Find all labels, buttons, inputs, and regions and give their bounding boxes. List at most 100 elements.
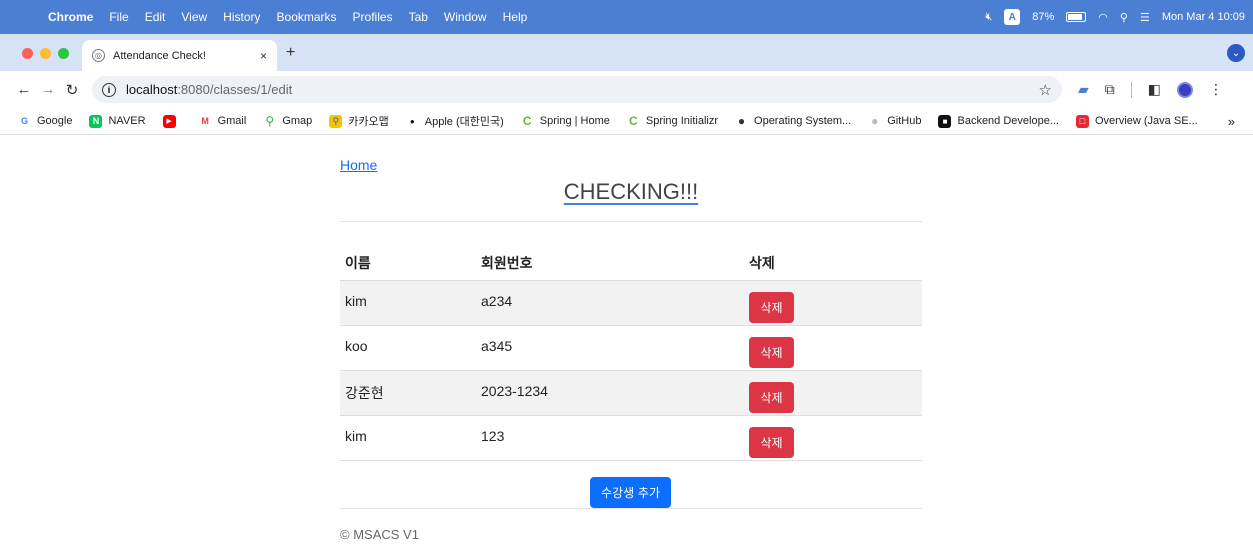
menu-edit[interactable]: Edit: [137, 10, 174, 24]
toolbar-icons: ▰ ⧉ ◧ ⋮: [1078, 81, 1223, 98]
menu-history[interactable]: History: [215, 10, 268, 24]
table-row: koo a345 삭제: [340, 326, 922, 371]
bookmark-label: Spring Initializr: [645, 115, 719, 127]
chevron-down-icon[interactable]: ⌄: [1227, 44, 1245, 62]
bookmark-label: Apple (대한민국): [424, 116, 504, 128]
bookmark-gmail[interactable]: M Gmail: [199, 115, 247, 128]
cell-delete: 삭제: [745, 284, 922, 323]
spring-icon: C: [629, 114, 638, 128]
control-center-icon[interactable]: ☰: [1140, 11, 1150, 24]
menu-view[interactable]: View: [173, 10, 215, 24]
window-controls: [22, 48, 69, 59]
bookmark-label: Spring | Home: [539, 115, 610, 127]
status-area: 🔇︎ A 87% ◠ ⚲ ☰ Mon Mar 4 10:09: [985, 9, 1253, 25]
bookmark-label: Operating System...: [754, 115, 852, 127]
bookmark-spring-home[interactable]: C Spring | Home: [521, 114, 610, 128]
bookmark-naver[interactable]: N NAVER: [89, 114, 146, 128]
map-pin-icon: ⚲: [265, 114, 275, 128]
wifi-icon[interactable]: ◠: [1098, 11, 1108, 24]
bookmark-label: NAVER: [108, 115, 146, 127]
menu-tab[interactable]: Tab: [401, 10, 436, 24]
address-bar[interactable]: i localhost:8080/classes/1/edit ☆: [92, 76, 1062, 103]
cell-name: koo: [345, 338, 368, 354]
youtube-icon: ▶: [162, 114, 176, 128]
gmail-icon: M: [201, 116, 209, 126]
menu-help[interactable]: Help: [495, 10, 536, 24]
cell-member-no: 2023-1234: [481, 383, 548, 399]
menu-profiles[interactable]: Profiles: [345, 10, 401, 24]
mute-icon[interactable]: 🔇︎: [985, 11, 992, 24]
table-row: 강준현 2023-1234 삭제: [340, 371, 922, 416]
naver-icon: N: [89, 114, 103, 128]
home-link[interactable]: Home: [340, 157, 377, 173]
spotlight-search-icon[interactable]: ⚲: [1120, 11, 1128, 24]
battery-icon[interactable]: [1066, 12, 1087, 22]
footer-divider: [340, 508, 922, 509]
bookmarks-overflow-icon[interactable]: »: [1228, 114, 1235, 129]
minimize-window-button[interactable]: [40, 48, 51, 59]
url-path: :8080/classes/1/edit: [177, 82, 293, 97]
bookmark-github[interactable]: ● GitHub: [868, 114, 922, 128]
bookmark-apple[interactable]: ● Apple (대한민국): [406, 113, 504, 129]
google-icon: G: [20, 116, 28, 126]
bookmark-kakaomap[interactable]: ⚲ 카카오맵: [329, 113, 389, 129]
page-title-text: CHECKING!!!: [563, 179, 699, 204]
table-row: kim a234 삭제: [340, 281, 922, 326]
side-panel-icon[interactable]: ◧: [1148, 81, 1161, 98]
apple-icon: ●: [409, 116, 415, 126]
toolbar-divider: [1130, 81, 1132, 98]
bookmark-youtube[interactable]: ▶: [162, 114, 182, 128]
new-tab-button[interactable]: +: [286, 44, 295, 62]
forward-arrow-icon[interactable]: →: [36, 81, 60, 98]
bookmark-label: Google: [37, 115, 73, 127]
bookmark-label: Gmail: [217, 115, 247, 127]
reload-icon[interactable]: ↻: [60, 81, 84, 99]
spring-icon: C: [522, 114, 532, 128]
tab-attendance-check[interactable]: ◎ Attendance Check! ×: [82, 40, 277, 71]
translate-icon[interactable]: ▰: [1078, 81, 1089, 98]
close-tab-icon[interactable]: ×: [260, 49, 267, 63]
macos-menu-bar: Chrome File Edit View History Bookmarks …: [0, 0, 1253, 34]
bookmark-label: GitHub: [887, 115, 922, 127]
clock[interactable]: Mon Mar 4 10:09: [1162, 11, 1245, 23]
globe-icon: ◎: [92, 49, 105, 62]
bookmark-google[interactable]: G Google: [18, 115, 73, 128]
zoom-window-button[interactable]: [58, 48, 69, 59]
menu-bookmarks[interactable]: Bookmarks: [269, 10, 345, 24]
delete-button[interactable]: 삭제: [749, 381, 794, 413]
cell-delete: 삭제: [745, 329, 922, 368]
add-student-button[interactable]: 수강생 추가: [590, 477, 671, 508]
menu-app-name[interactable]: Chrome: [40, 10, 101, 24]
page-title: CHECKING!!!: [340, 179, 922, 205]
bookmark-gmap[interactable]: ⚲ Gmap: [263, 114, 312, 128]
cell-name: kim: [345, 293, 367, 309]
bookmark-java-se-overview[interactable]: □ Overview (Java SE...: [1076, 114, 1198, 128]
bookmark-spring-initializr[interactable]: C Spring Initializr: [627, 114, 719, 128]
cell-delete: 삭제: [745, 419, 922, 458]
delete-button[interactable]: 삭제: [749, 426, 794, 458]
close-window-button[interactable]: [22, 48, 33, 59]
table-header: 이름 회원번호 삭제: [340, 245, 922, 281]
cell-name: kim: [345, 428, 367, 444]
bookmark-star-icon[interactable]: ☆: [1039, 81, 1052, 99]
bookmark-backend-developer[interactable]: ■ Backend Develope...: [938, 114, 1059, 128]
more-menu-icon[interactable]: ⋮: [1209, 81, 1223, 98]
kakaomap-icon: ⚲: [329, 114, 343, 128]
back-arrow-icon[interactable]: ←: [12, 81, 36, 98]
cell-member-no: a345: [481, 338, 513, 354]
delete-button[interactable]: 삭제: [749, 291, 794, 323]
bookmark-label: Backend Develope...: [957, 115, 1059, 127]
header-name: 이름: [345, 254, 371, 271]
cell-name: 강준현: [345, 385, 384, 401]
header-member-no: 회원번호: [481, 254, 533, 271]
bookmark-operating-system[interactable]: ● Operating System...: [735, 114, 852, 128]
extensions-icon[interactable]: ⧉: [1105, 81, 1115, 98]
bookmark-label: 카카오맵: [348, 116, 389, 128]
url-host: localhost: [126, 82, 178, 97]
profile-avatar-icon[interactable]: [1177, 81, 1194, 98]
delete-button[interactable]: 삭제: [749, 336, 794, 368]
input-source-icon[interactable]: A: [1004, 9, 1021, 25]
menu-file[interactable]: File: [101, 10, 136, 24]
menu-window[interactable]: Window: [436, 10, 495, 24]
site-info-icon[interactable]: i: [102, 82, 116, 97]
